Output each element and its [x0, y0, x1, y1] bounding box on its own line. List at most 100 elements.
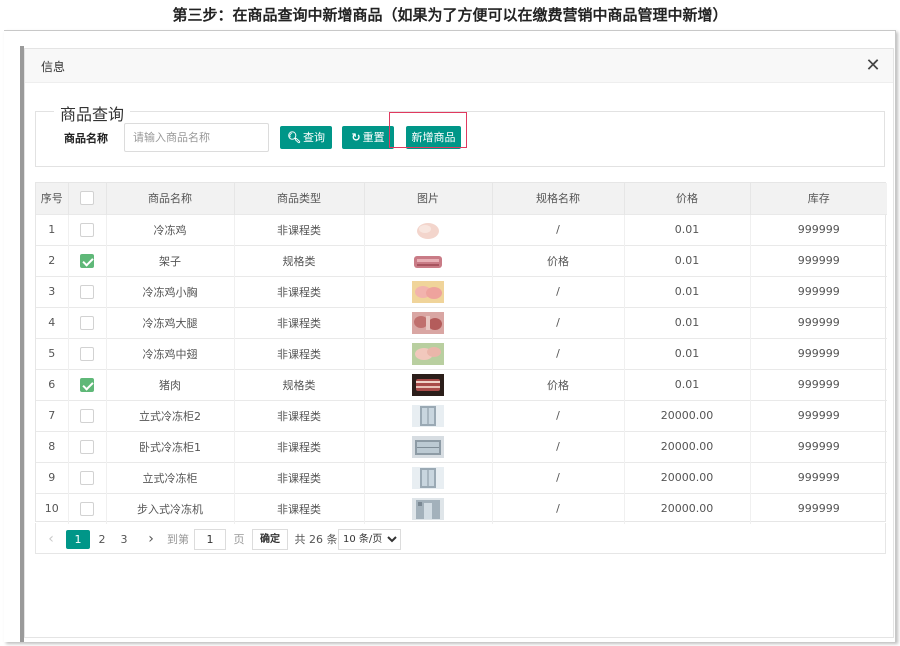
row-image-cell [364, 275, 493, 307]
row-index: 2 [36, 244, 69, 276]
prev-page-icon[interactable]: ‹ [44, 530, 58, 549]
row-index: 6 [36, 368, 69, 400]
row-checkbox[interactable] [80, 253, 94, 268]
row-price: 0.01 [624, 244, 751, 276]
row-image-cell [364, 461, 493, 493]
row-checkbox[interactable] [80, 470, 94, 485]
row-stock: 999999 [750, 337, 887, 369]
next-page-icon[interactable]: › [144, 530, 158, 549]
row-select-cell[interactable] [68, 430, 107, 462]
col-name: 商品名称 [106, 183, 235, 214]
goto-page-input[interactable] [194, 529, 226, 550]
goto-confirm-button[interactable]: 确定 [252, 529, 288, 550]
table-row[interactable]: 9 立式冷冻柜 非课程类 /20000.00 999999 [36, 461, 887, 493]
row-image-cell [364, 337, 493, 369]
row-price: 0.01 [624, 306, 751, 338]
row-select-cell[interactable] [68, 461, 107, 493]
col-index: 序号 [36, 183, 69, 214]
page-size-select[interactable]: 10 条/页 [338, 529, 401, 550]
row-checkbox[interactable] [80, 501, 94, 516]
col-image: 图片 [364, 183, 493, 214]
row-image-cell [364, 244, 493, 276]
table-row[interactable]: 1 冷冻鸡 非课程类 /0.01 999999 [36, 213, 887, 245]
col-type: 商品类型 [234, 183, 365, 214]
row-checkbox[interactable] [80, 377, 94, 392]
table-row[interactable]: 4 冷冻鸡大腿 非课程类 /0.01 999999 [36, 306, 887, 338]
col-stock: 库存 [807, 192, 830, 206]
row-select-cell[interactable] [68, 275, 107, 307]
row-checkbox[interactable] [80, 439, 94, 454]
upright-freezer-photo [412, 404, 444, 427]
row-spec-name: 价格 [492, 244, 625, 276]
row-product-type: 非课程类 [234, 430, 365, 462]
product-name-input[interactable] [124, 123, 269, 152]
row-spec-name: 价格 [492, 368, 625, 400]
row-product-name: 冷冻鸡 [106, 213, 235, 245]
row-select-cell[interactable] [68, 244, 107, 276]
row-select-cell[interactable] [68, 368, 107, 400]
page-2-button[interactable]: 2 [94, 530, 110, 549]
row-spec-name: / [492, 213, 625, 245]
row-index: 5 [36, 337, 69, 369]
pagination: ‹ 1 2 3 › 到第 页 确定 共 26 条 10 条/页 [35, 523, 886, 554]
frozen-chicken-photo [412, 218, 444, 241]
col-select[interactable] [68, 183, 107, 214]
row-stock: 999999 [750, 461, 887, 493]
row-select-cell[interactable] [68, 337, 107, 369]
row-stock: 999999 [750, 492, 887, 524]
row-price: 0.01 [624, 213, 751, 245]
row-select-cell[interactable] [68, 492, 107, 524]
table-row[interactable]: 6 猪肉 规格类 价格 0.01 999999 [36, 368, 887, 400]
row-stock: 999999 [750, 399, 887, 431]
row-checkbox[interactable] [80, 222, 94, 237]
table-row[interactable]: 10 步入式冷冻机 非课程类 /20000.00 999999 [36, 492, 887, 524]
row-product-name: 冷冻鸡大腿 [106, 306, 235, 338]
row-image-cell [364, 492, 493, 524]
upright-freezer-photo [412, 466, 444, 489]
row-select-cell[interactable] [68, 306, 107, 338]
chicken-breast-photo [412, 280, 444, 303]
page-1-button[interactable]: 1 [66, 530, 90, 549]
table-row[interactable]: 3 冷冻鸡小胸 非课程类 /0.01 999999 [36, 275, 887, 307]
query-button[interactable]: 🔍︎ 查询 [280, 126, 332, 149]
table-row[interactable]: 8 卧式冷冻柜1 非课程类 /20000.00 999999 [36, 430, 887, 462]
dialog-header: 信息 ✕ [25, 49, 893, 83]
reset-button[interactable]: ↻ 重置 [342, 126, 394, 149]
table-row[interactable]: 2 架子 规格类 价格 0.01 999999 [36, 244, 887, 276]
row-stock: 999999 [750, 244, 887, 276]
row-checkbox[interactable] [80, 346, 94, 361]
row-product-name: 猪肉 [106, 368, 235, 400]
row-price: 20000.00 [624, 399, 751, 431]
row-spec-name: / [492, 306, 625, 338]
pork-photo [412, 373, 444, 396]
row-product-name: 冷冻鸡小胸 [106, 275, 235, 307]
close-icon[interactable]: ✕ [863, 56, 883, 76]
row-select-cell[interactable] [68, 399, 107, 431]
row-index: 3 [36, 275, 69, 307]
walkin-freezer-photo [412, 497, 444, 520]
col-price: 价格 [624, 183, 751, 214]
chest-freezer-photo [412, 435, 444, 458]
row-checkbox[interactable] [80, 284, 94, 299]
row-checkbox[interactable] [80, 315, 94, 330]
row-product-name: 架子 [106, 244, 235, 276]
total-count: 共 26 条 [294, 533, 338, 546]
row-stock: 999999 [750, 368, 887, 400]
select-all-checkbox[interactable] [80, 191, 94, 206]
reset-button-label: 重置 [362, 131, 385, 144]
dialog-title: 信息 [41, 60, 66, 74]
row-index: 4 [36, 306, 69, 338]
row-product-name: 步入式冷冻机 [106, 492, 235, 524]
row-index: 10 [36, 492, 69, 524]
row-product-name: 卧式冷冻柜1 [106, 430, 235, 462]
row-image-cell [364, 430, 493, 462]
rack-meat-photo [412, 249, 444, 272]
search-icon: 🔍︎ [287, 131, 301, 144]
row-checkbox[interactable] [80, 408, 94, 423]
page-3-button[interactable]: 3 [116, 530, 132, 549]
product-name-label: 商品名称 [64, 132, 108, 145]
table-row[interactable]: 7 立式冷冻柜2 非课程类 /20000.00 999999 [36, 399, 887, 431]
table-row[interactable]: 5 冷冻鸡中翅 非课程类 /0.01 999999 [36, 337, 887, 369]
row-select-cell[interactable] [68, 213, 107, 245]
row-product-name: 立式冷冻柜2 [106, 399, 235, 431]
